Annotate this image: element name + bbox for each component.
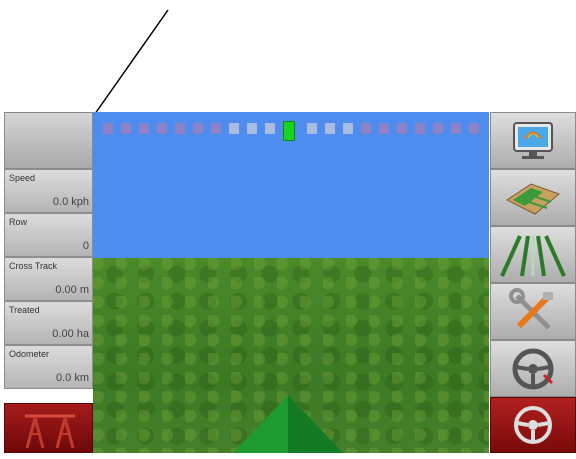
right-toolbar	[490, 112, 576, 453]
section-bar	[93, 118, 489, 141]
implement-button[interactable]	[4, 403, 93, 453]
section-segment	[343, 123, 353, 134]
tools-icon	[509, 287, 553, 330]
treated-value: 0.00 ha	[52, 328, 89, 340]
field-map-icon	[506, 182, 560, 215]
implement-icon	[25, 414, 75, 449]
section-segment	[433, 123, 443, 134]
section-segment	[265, 123, 275, 134]
vehicle-marker	[233, 395, 343, 453]
cross-track-value: 0.00 m	[55, 284, 89, 296]
speed-label: Speed	[9, 173, 36, 183]
section-segment	[211, 123, 221, 134]
speed-readout[interactable]: Speed 0.0 kph	[4, 169, 93, 213]
section-segment	[469, 123, 479, 134]
row-readout[interactable]: Row 0	[4, 213, 93, 257]
blank-button[interactable]	[4, 112, 93, 169]
steering-wheel-icon	[512, 348, 554, 389]
row-value: 0	[82, 240, 89, 252]
odometer-readout[interactable]: Odometer 0.0 km	[4, 345, 93, 389]
cross-track-label: Cross Track	[9, 261, 58, 271]
section-segment	[361, 123, 371, 134]
section-segment	[157, 123, 167, 134]
steering-wheel-icon	[514, 406, 552, 444]
settings-tools-button[interactable]	[490, 283, 576, 340]
section-segment	[229, 123, 239, 134]
row-label: Row	[9, 217, 28, 227]
section-segment	[379, 123, 389, 134]
guidance-view[interactable]	[93, 112, 489, 453]
treated-readout[interactable]: Treated 0.00 ha	[4, 301, 93, 345]
guidance-lines-button[interactable]	[490, 226, 576, 283]
odometer-value: 0.0 km	[55, 372, 89, 384]
active-section	[283, 121, 295, 141]
section-segment	[121, 123, 131, 134]
autosteer-button[interactable]	[490, 340, 576, 397]
section-segment	[397, 123, 407, 134]
section-segment	[451, 123, 461, 134]
treated-label: Treated	[9, 305, 40, 315]
section-segment	[139, 123, 149, 134]
section-segment	[247, 123, 257, 134]
section-segment	[415, 123, 425, 134]
steering-engage-button[interactable]	[490, 397, 576, 453]
speed-value: 0.0 kph	[52, 196, 89, 208]
section-segment	[307, 123, 317, 134]
section-segment	[325, 123, 335, 134]
monitor-icon	[513, 121, 553, 159]
section-segment	[103, 123, 113, 134]
guidance-lines-icon	[500, 234, 566, 277]
field-map-button[interactable]	[490, 169, 576, 226]
monitor-button[interactable]	[490, 112, 576, 169]
cross-track-readout[interactable]: Cross Track 0.00 m	[4, 257, 93, 301]
left-panel: Speed 0.0 kph Row 0 Cross Track 0.00 m T…	[4, 112, 93, 453]
section-segment	[175, 123, 185, 134]
section-segment	[193, 123, 203, 134]
odometer-label: Odometer	[9, 349, 50, 359]
